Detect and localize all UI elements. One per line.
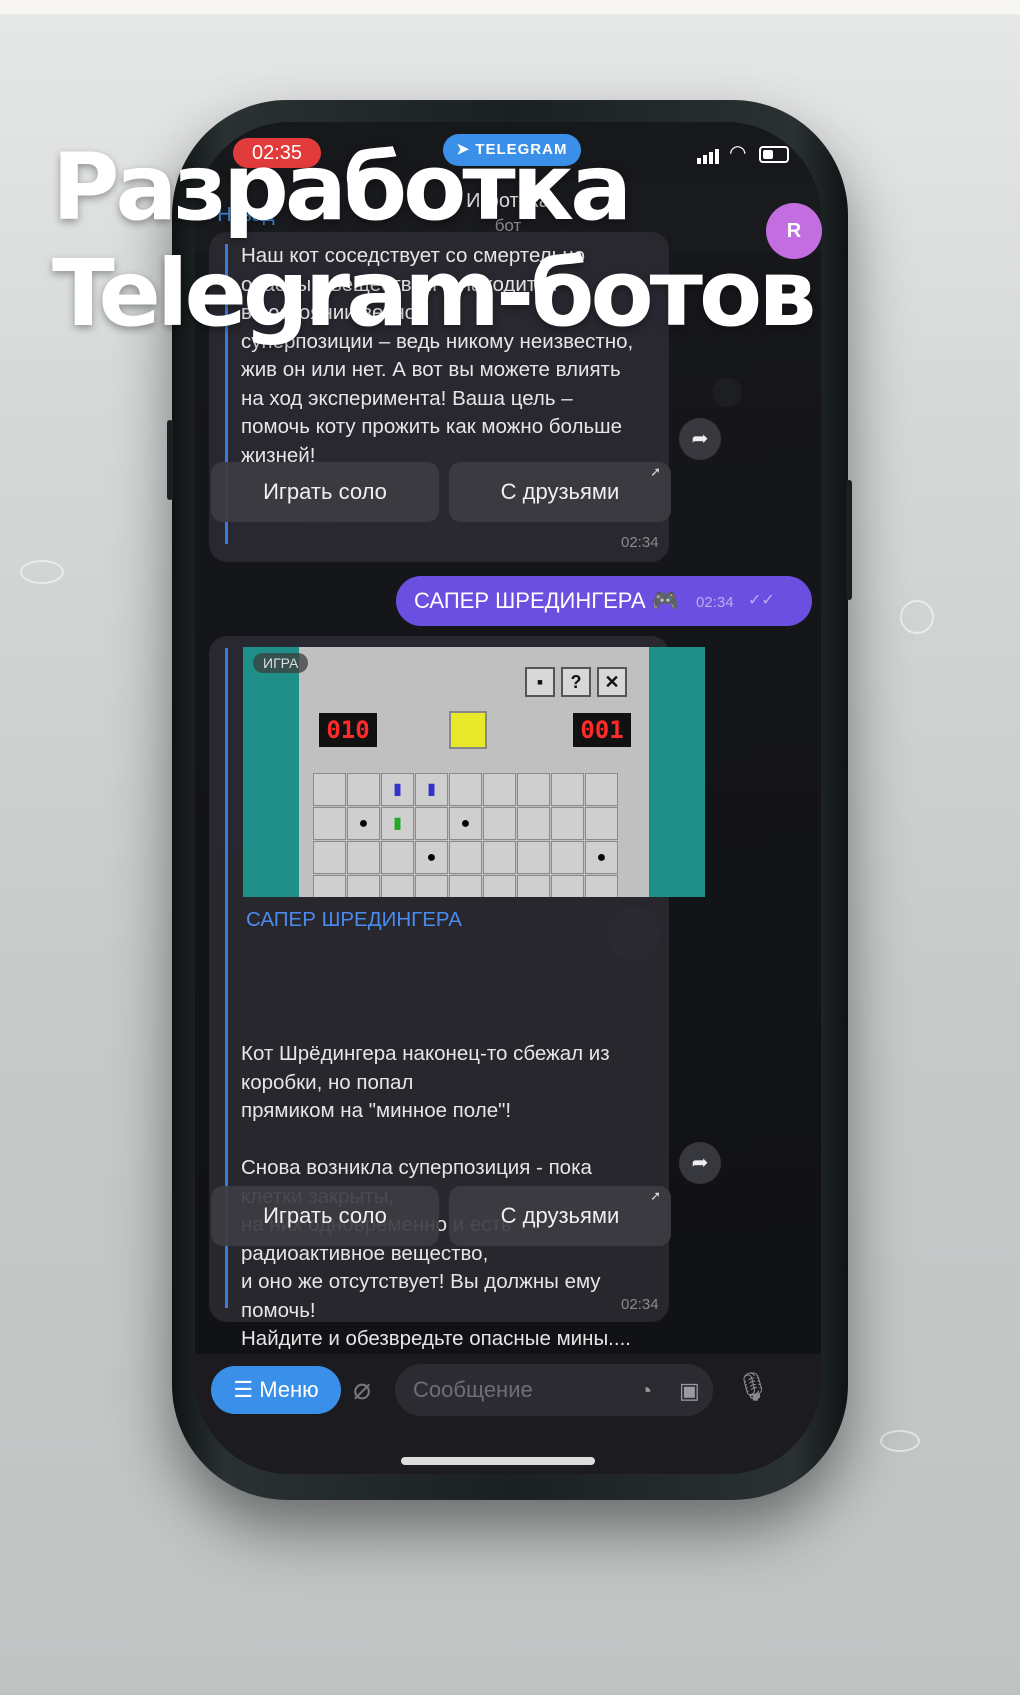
sticker-icon[interactable]: ◔ xyxy=(639,1378,652,1404)
grid-cell xyxy=(585,807,618,840)
forward-icon[interactable]: ➦ xyxy=(679,1142,721,1184)
background-doodle xyxy=(20,560,64,584)
close-icon: ✕ xyxy=(597,667,627,697)
menu-button[interactable]: ☰ Меню xyxy=(211,1366,341,1414)
grid-cell xyxy=(347,841,380,874)
grid-cell-flag: ▮ xyxy=(381,807,414,840)
grid-cell xyxy=(313,773,346,806)
grid-cell-flag: ▮ xyxy=(381,773,414,806)
play-solo-label: Играть соло xyxy=(263,479,387,504)
grid-cell xyxy=(449,773,482,806)
play-with-friends-button[interactable]: С друзьями ➚ xyxy=(449,1186,671,1246)
grid-cell xyxy=(381,841,414,874)
grid-cell xyxy=(347,773,380,806)
mine-counter: 010 xyxy=(319,713,377,747)
background-doodle xyxy=(900,600,934,634)
grid-cell xyxy=(517,773,550,806)
play-solo-button[interactable]: Играть соло xyxy=(211,462,439,522)
grid-cell xyxy=(551,773,584,806)
grid-cell-mine: ● xyxy=(347,807,380,840)
grid-cell xyxy=(585,875,618,897)
message-input-bar: ☰ Меню ⌀ Сообщение ◔ ▣ 🎙 xyxy=(195,1354,821,1474)
read-checkmarks-icon: ✓✓ xyxy=(748,592,775,609)
share-arrow-icon: ➚ xyxy=(650,1188,661,1203)
phone-side-button xyxy=(167,420,173,500)
grid-cell xyxy=(585,773,618,806)
grid-cell xyxy=(449,841,482,874)
grid-cell xyxy=(517,875,550,897)
wifi-icon: ◠ xyxy=(729,142,747,164)
window-minimize-icon: ▪ xyxy=(525,667,555,697)
grid-cell xyxy=(381,875,414,897)
timer-counter: 001 xyxy=(573,713,631,747)
outgoing-time: 02:34 xyxy=(696,594,734,611)
attach-icon[interactable]: ⌀ xyxy=(353,1372,371,1407)
grid-cell xyxy=(347,875,380,897)
headline-line-2: Telegram-ботов xyxy=(52,240,816,347)
top-band xyxy=(0,0,1020,14)
minesweeper-window: ▪ ? ✕ 010 001 ▮ ▮ ● ▮ ● ● ● xyxy=(299,647,649,897)
grid-cell xyxy=(517,807,550,840)
play-with-friends-button[interactable]: С друзьями ➚ xyxy=(449,462,671,522)
grid-cell xyxy=(415,875,448,897)
signal-icon xyxy=(697,146,721,164)
play-with-friends-label: С друзьями xyxy=(500,1203,620,1228)
grid-cell xyxy=(483,773,516,806)
game-message-time: 02:34 xyxy=(621,1296,659,1313)
grid-cell xyxy=(483,841,516,874)
grid-cell xyxy=(313,875,346,897)
grid-cell-mine: ● xyxy=(585,841,618,874)
outgoing-message: САПЕР ШРЕДИНГЕРА 🎮 02:34 ✓✓ xyxy=(396,576,812,626)
grid-cell xyxy=(449,875,482,897)
battery-icon xyxy=(759,146,789,163)
message-placeholder: Сообщение xyxy=(413,1377,533,1402)
message-input[interactable]: Сообщение ◔ ▣ xyxy=(395,1364,713,1416)
grid-cell xyxy=(551,875,584,897)
grid-cell-mine: ● xyxy=(449,807,482,840)
forward-icon[interactable]: ➦ xyxy=(679,418,721,460)
smiley-icon xyxy=(449,711,487,749)
minefield-grid: ▮ ▮ ● ▮ ● ● ● xyxy=(313,773,619,897)
grid-cell xyxy=(483,875,516,897)
hamburger-icon: ☰ xyxy=(233,1377,260,1402)
grid-cell xyxy=(483,807,516,840)
headline-line-1: Разработка xyxy=(52,134,632,241)
menu-label: Меню xyxy=(259,1377,319,1402)
outgoing-text: САПЕР ШРЕДИНГЕРА 🎮 xyxy=(414,588,680,613)
avatar-letter: R xyxy=(786,220,802,242)
play-solo-label: Играть соло xyxy=(263,1203,387,1228)
grid-cell xyxy=(517,841,550,874)
help-icon: ? xyxy=(561,667,591,697)
grid-cell xyxy=(551,841,584,874)
share-arrow-icon: ➚ xyxy=(650,464,661,479)
grid-cell-mine: ● xyxy=(415,841,448,874)
grid-cell xyxy=(313,807,346,840)
background-doodle xyxy=(880,1430,920,1452)
phone-side-button xyxy=(846,480,852,600)
message-time: 02:34 xyxy=(621,534,659,551)
home-indicator xyxy=(401,1457,595,1465)
play-with-friends-label: С друзьями xyxy=(500,479,620,504)
grid-cell xyxy=(415,807,448,840)
play-solo-button[interactable]: Играть соло xyxy=(211,1186,439,1246)
game-preview-image[interactable]: ▪ ? ✕ 010 001 ▮ ▮ ● ▮ ● ● ● ИГРА xyxy=(243,647,705,897)
grid-cell-flag: ▮ xyxy=(415,773,448,806)
emoji-keyboard-icon[interactable]: ▣ xyxy=(679,1378,700,1404)
game-title-link[interactable]: САПЕР ШРЕДИНГЕРА xyxy=(246,908,462,932)
microphone-icon[interactable]: 🎙 xyxy=(735,1370,771,1403)
game-tag-badge: ИГРА xyxy=(253,653,309,673)
grid-cell xyxy=(313,841,346,874)
grid-cell xyxy=(551,807,584,840)
